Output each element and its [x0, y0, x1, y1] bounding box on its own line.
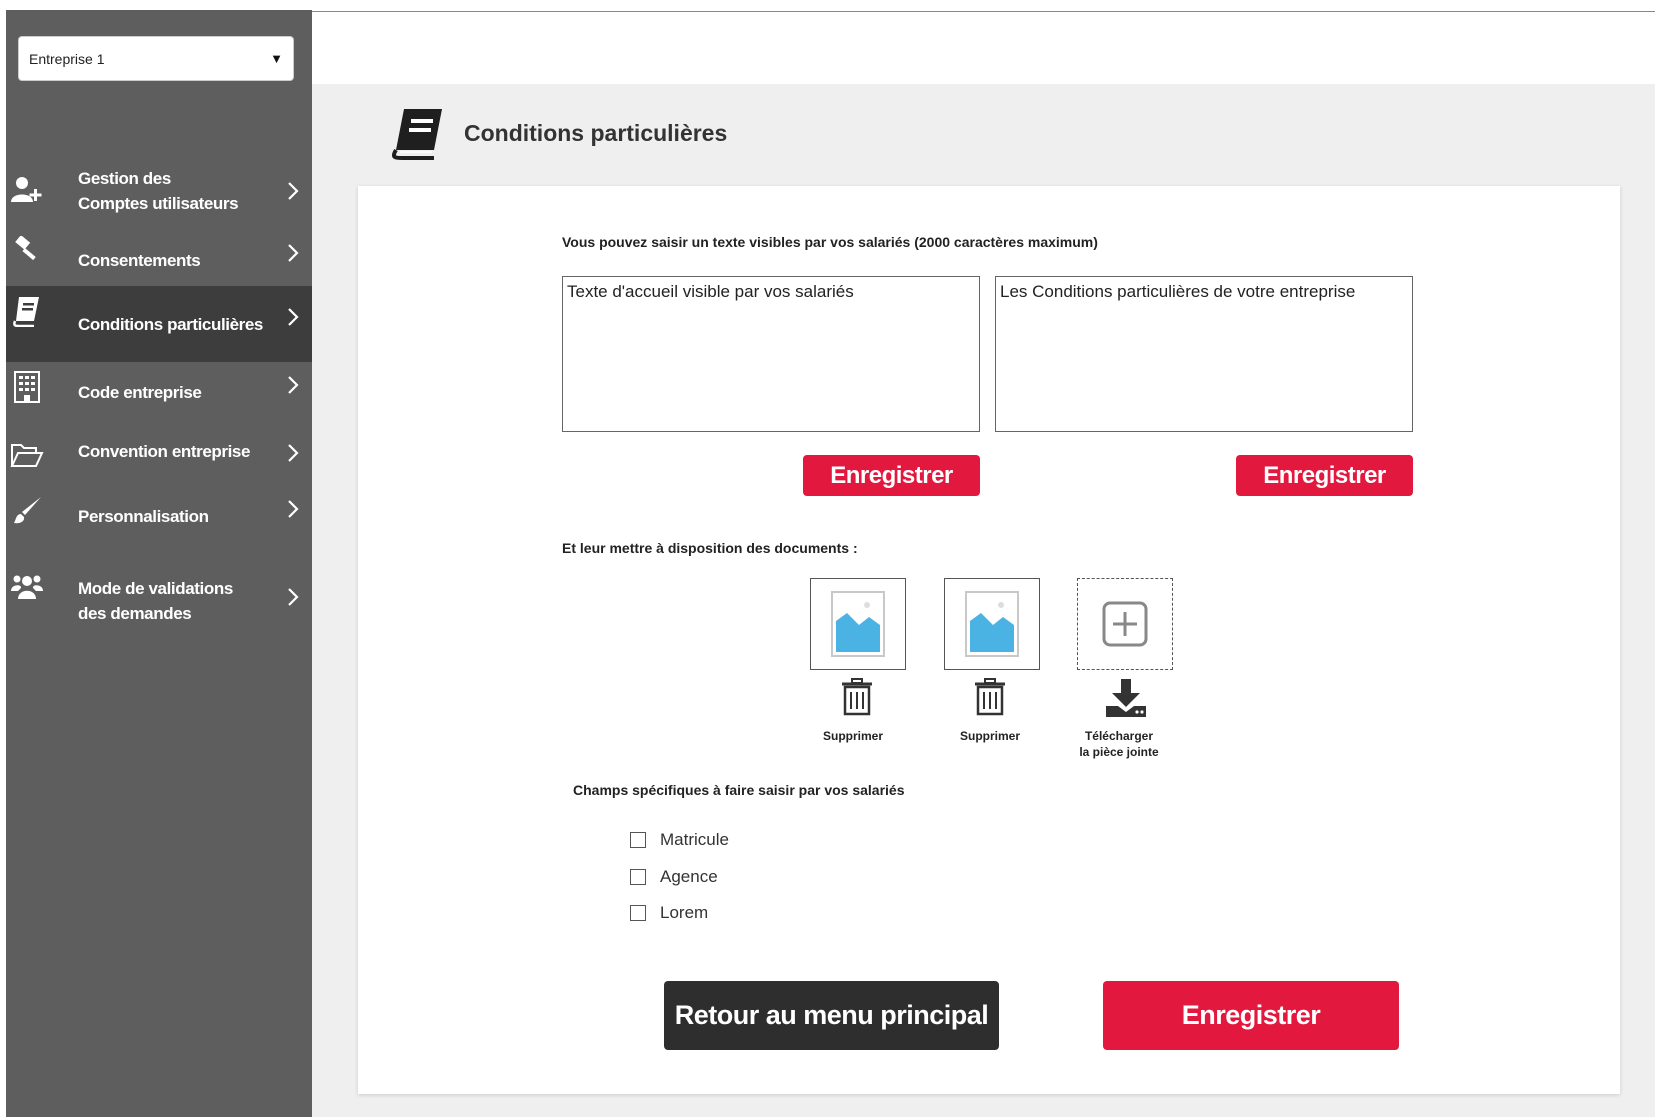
- image-icon: [831, 591, 885, 657]
- sidebar: Entreprise 1 ▼ Gestion des Comptes utilis…: [6, 10, 312, 1117]
- back-to-main-menu-button[interactable]: Retour au menu principal: [664, 981, 999, 1050]
- image-icon: [965, 591, 1019, 657]
- conditions-text-area[interactable]: Les Conditions particulières de votre en…: [995, 276, 1413, 432]
- welcome-text-area[interactable]: Texte d'accueil visible par vos salariés: [562, 276, 980, 432]
- field-option: Matricule: [630, 830, 729, 850]
- sidebar-item-label: Gestion des Comptes utilisateurs: [78, 169, 239, 213]
- instruction-text: Vous pouvez saisir un texte visibles par…: [562, 234, 1098, 250]
- book-icon: [390, 106, 446, 165]
- sidebar-item-label: Mode de validations des demandes: [78, 579, 233, 623]
- checkbox[interactable]: [630, 905, 646, 921]
- chevron-right-icon: [286, 180, 300, 207]
- chevron-right-icon: [286, 586, 300, 613]
- chevron-right-icon: [286, 498, 300, 525]
- download-icon[interactable]: [1104, 678, 1148, 723]
- page-title: Conditions particulières: [464, 120, 728, 146]
- building-icon: [10, 370, 44, 404]
- trash-icon[interactable]: [840, 678, 874, 721]
- delete-document-button[interactable]: Supprimer: [930, 728, 1050, 744]
- delete-document-button[interactable]: Supprimer: [793, 728, 913, 744]
- chevron-right-icon: [286, 306, 300, 333]
- add-document-button[interactable]: [1077, 578, 1173, 670]
- field-option: Agence: [630, 867, 718, 887]
- chevron-right-icon: [286, 242, 300, 269]
- sidebar-item-special-conditions[interactable]: Conditions particulières: [6, 286, 312, 362]
- company-select[interactable]: Entreprise 1 ▼: [18, 36, 294, 81]
- checkbox[interactable]: [630, 832, 646, 848]
- field-option: Lorem: [630, 903, 708, 923]
- sidebar-item-user-accounts[interactable]: Gestion des Comptes utilisateurs: [6, 160, 312, 220]
- sidebar-item-label: Personnalisation: [78, 507, 209, 526]
- paintbrush-icon: [10, 494, 44, 528]
- specific-fields-title: Champs spécifiques à faire saisir par vo…: [573, 782, 905, 798]
- sidebar-item-personalization[interactable]: Personnalisation: [6, 492, 312, 548]
- field-option-label: Agence: [660, 867, 718, 886]
- sidebar-item-label: Conditions particulières: [78, 315, 263, 334]
- folder-open-icon: [10, 438, 44, 472]
- field-option-label: Matricule: [660, 830, 729, 849]
- chevron-right-icon: [286, 374, 300, 401]
- header-divider: [312, 11, 1655, 12]
- save-conditions-button[interactable]: Enregistrer: [1236, 455, 1413, 496]
- sidebar-item-company-code[interactable]: Code entreprise: [6, 366, 312, 422]
- sidebar-item-label: Convention entreprise: [78, 442, 251, 461]
- document-thumbnail[interactable]: [810, 578, 906, 670]
- sidebar-item-company-agreement[interactable]: Convention entreprise: [6, 428, 312, 484]
- download-attachment-button[interactable]: Télécharger la pièce jointe: [1059, 728, 1179, 760]
- sidebar-item-label: Code entreprise: [78, 383, 202, 402]
- sidebar-item-consents[interactable]: Consentements: [6, 232, 312, 288]
- user-plus-icon: [10, 173, 44, 207]
- save-welcome-button[interactable]: Enregistrer: [803, 455, 980, 496]
- save-button[interactable]: Enregistrer: [1103, 981, 1399, 1050]
- field-option-label: Lorem: [660, 903, 709, 922]
- gavel-icon: [10, 234, 44, 268]
- document-thumbnail[interactable]: [944, 578, 1040, 670]
- sidebar-item-label: Consentements: [78, 251, 201, 270]
- caret-down-icon: ▼: [270, 51, 283, 66]
- trash-icon[interactable]: [973, 678, 1007, 721]
- checkbox[interactable]: [630, 869, 646, 885]
- company-select-value: Entreprise 1: [29, 50, 105, 67]
- book-icon: [10, 294, 44, 328]
- plus-square-icon: [1102, 601, 1148, 647]
- users-icon: [10, 570, 44, 604]
- chevron-right-icon: [286, 442, 300, 469]
- sidebar-item-validation-mode[interactable]: Mode de validations des demandes: [6, 566, 312, 636]
- documents-title: Et leur mettre à disposition des documen…: [562, 540, 858, 556]
